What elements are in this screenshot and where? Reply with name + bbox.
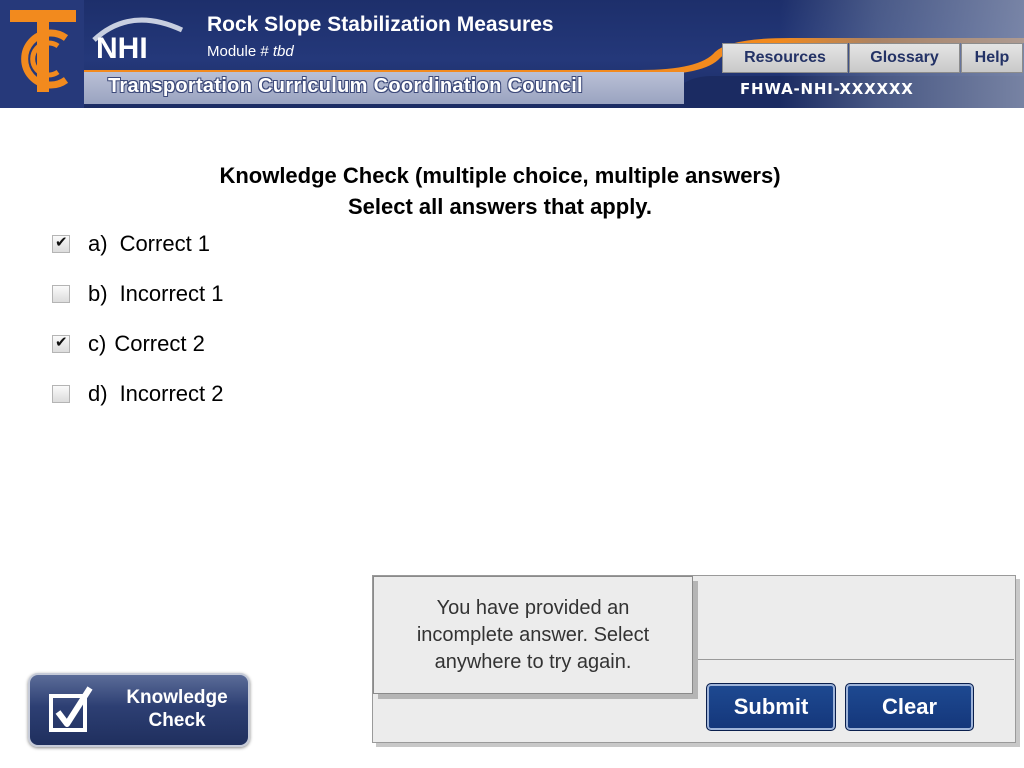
course-title: Rock Slope Stabilization Measures bbox=[207, 13, 554, 36]
council-name: Transportation Curriculum Coordination C… bbox=[108, 75, 583, 97]
question-title-line2: Select all answers that apply. bbox=[347, 194, 653, 219]
option-b-letter: b) bbox=[88, 281, 108, 306]
option-a-letter: a) bbox=[88, 231, 108, 256]
knowledge-check-label: Knowledge Check bbox=[122, 686, 232, 732]
module-number: Module # tbd bbox=[207, 43, 294, 60]
option-a-label: Correct 1 bbox=[119, 231, 211, 256]
option-b[interactable]: b) Incorrect 1 bbox=[52, 279, 224, 309]
option-a-checkbox[interactable]: ✔ bbox=[52, 233, 70, 253]
module-prefix: Module # bbox=[207, 43, 273, 60]
checkmark-icon: ✔ bbox=[55, 233, 68, 251]
option-d-checkbox[interactable] bbox=[52, 385, 70, 403]
header-banner: NHI Rock Slope Stabilization Measures Mo… bbox=[0, 0, 1024, 108]
tccc-logo-box bbox=[0, 0, 84, 108]
option-c-label: Correct 2 bbox=[114, 331, 205, 356]
option-b-checkbox[interactable] bbox=[52, 285, 70, 303]
knowledge-check-badge: Knowledge Check bbox=[28, 673, 250, 747]
feedback-message[interactable]: You have provided an incomplete answer. … bbox=[373, 576, 693, 694]
help-button[interactable]: Help bbox=[961, 43, 1023, 73]
glossary-button[interactable]: Glossary bbox=[849, 43, 960, 73]
badge-line2: Check bbox=[148, 710, 206, 731]
option-d[interactable]: d) Incorrect 2 bbox=[52, 379, 224, 409]
module-value: tbd bbox=[272, 43, 294, 60]
option-b-label: Incorrect 1 bbox=[119, 281, 224, 306]
option-c-letter: c) bbox=[88, 331, 107, 356]
question-title: Knowledge Check (multiple choice, multip… bbox=[0, 160, 1000, 222]
badge-line1: Knowledge bbox=[126, 687, 228, 708]
resources-button[interactable]: Resources bbox=[722, 43, 848, 73]
checkmark-icon: ✔ bbox=[55, 333, 68, 351]
checkbox-check-icon bbox=[49, 686, 93, 732]
course-code: FHWA-NHI-XXXXXX bbox=[740, 80, 914, 98]
option-d-letter: d) bbox=[88, 381, 108, 406]
option-c-checkbox[interactable]: ✔ bbox=[52, 333, 70, 353]
clear-button[interactable]: Clear bbox=[845, 683, 974, 731]
submit-button[interactable]: Submit bbox=[706, 683, 836, 731]
option-d-label: Incorrect 2 bbox=[119, 381, 224, 406]
tccc-logo-icon bbox=[10, 10, 76, 92]
option-a[interactable]: ✔ a) Correct 1 bbox=[52, 229, 210, 259]
question-title-line1: Knowledge Check (multiple choice, multip… bbox=[219, 163, 781, 188]
option-c[interactable]: ✔ c) Correct 2 bbox=[52, 329, 205, 359]
nhi-logo-icon: NHI bbox=[92, 17, 184, 62]
nhi-logo-text: NHI bbox=[96, 32, 148, 62]
